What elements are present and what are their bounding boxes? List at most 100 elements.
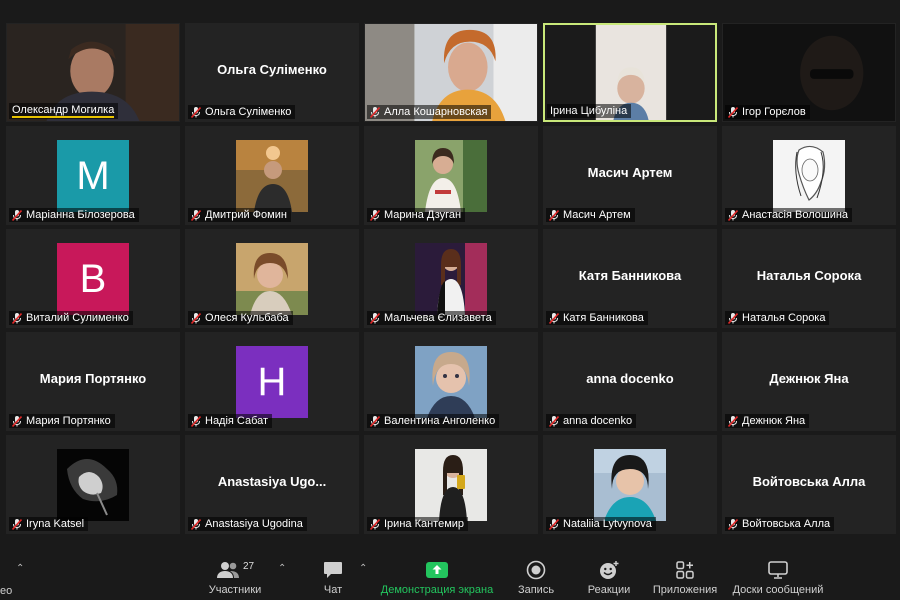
share-screen-button[interactable]: Демонстрация экрана — [378, 547, 496, 600]
participant-tile[interactable]: Анастасія Волошина — [722, 126, 896, 225]
muted-mic-icon — [370, 518, 380, 530]
muted-mic-icon — [549, 312, 559, 324]
participant-name: Олександр Могилка — [12, 104, 115, 118]
participant-name: Олеся Кульбаба — [205, 312, 289, 324]
participants-icon — [216, 562, 239, 578]
participant-name: Ольга Суліменко — [205, 106, 292, 118]
participant-display-name: Наталья Сорока — [756, 268, 862, 283]
participant-tile[interactable]: Наталья Сорока Наталья Сорока — [722, 229, 896, 328]
participant-tile[interactable]: Мальчева Єлизавета — [364, 229, 538, 328]
meeting-toolbar: ео ⌃ 27 Участники ⌃ Чат ⌃ Демонстрация э… — [0, 547, 900, 600]
chat-options-caret[interactable]: ⌃ — [359, 563, 367, 574]
participant-name-bar: Масич Артем — [546, 208, 635, 222]
participant-tile[interactable]: Валентина Анголенко — [364, 332, 538, 431]
muted-mic-icon — [191, 106, 201, 118]
participant-name-bar: Ірина Кантемир — [367, 517, 469, 531]
participant-tile[interactable]: Ольга Суліменко Ольга Суліменко — [185, 23, 359, 122]
participant-display-name: Масич Артем — [587, 165, 673, 180]
participant-name: Мария Портянко — [26, 415, 111, 427]
reactions-icon — [600, 561, 619, 579]
video-options-caret[interactable]: ⌃ — [16, 563, 24, 574]
participant-tile[interactable]: anna docenko anna docenko — [543, 332, 717, 431]
participants-count: 27 — [242, 560, 255, 572]
participant-tile[interactable]: B Виталий Сулименко — [6, 229, 180, 328]
muted-mic-icon — [370, 106, 380, 118]
participant-tile[interactable]: M Маріанна Білозерова — [6, 126, 180, 225]
participant-name: Iryna Katsel — [26, 518, 85, 530]
muted-mic-icon — [191, 209, 201, 221]
participant-name-bar: Ірина Цибуліна — [547, 104, 632, 118]
participant-name: Дежнюк Яна — [742, 415, 806, 427]
participant-tile[interactable]: Марина Дзуган — [364, 126, 538, 225]
participant-tile[interactable]: Ірина Цибуліна — [543, 23, 717, 122]
participant-name-bar: Олександр Могилка — [9, 103, 119, 119]
muted-mic-icon — [12, 209, 22, 221]
participant-display-name: Дежнюк Яна — [769, 371, 849, 386]
muted-mic-icon — [728, 209, 738, 221]
participant-tile[interactable]: Дежнюк Яна Дежнюк Яна — [722, 332, 896, 431]
participant-display-name: Войтовська Алла — [752, 474, 866, 489]
participant-tile[interactable]: Дмитрий Фомин — [185, 126, 359, 225]
muted-mic-icon — [370, 209, 380, 221]
participant-avatar-photo — [415, 346, 487, 418]
participant-display-name: Ольга Суліменко — [217, 62, 327, 77]
participant-name: Nataliia Lytvynova — [563, 518, 652, 530]
participants-options-caret[interactable]: ⌃ — [278, 563, 286, 574]
video-label-partial[interactable]: ео — [0, 585, 12, 597]
muted-mic-icon — [549, 209, 559, 221]
share-screen-label: Демонстрация экрана — [380, 584, 494, 596]
participant-tile[interactable]: Nataliia Lytvynova — [543, 435, 717, 534]
muted-mic-icon — [728, 312, 738, 324]
participant-name-bar: Наталья Сорока — [725, 311, 830, 325]
participant-name: Мальчева Єлизавета — [384, 312, 492, 324]
participant-tile[interactable]: Олеся Кульбаба — [185, 229, 359, 328]
participant-tile[interactable]: Anastasiya Ugo... Anastasiya Ugodina — [185, 435, 359, 534]
participants-button[interactable]: 27 Участники — [206, 547, 264, 600]
participant-avatar-photo — [415, 449, 487, 521]
participant-tile[interactable]: Алла Кошарновская — [364, 23, 538, 122]
participant-avatar-photo — [773, 140, 845, 212]
participant-name: Ігор Горєлов — [742, 106, 806, 118]
participant-avatar-letter: H — [236, 346, 308, 418]
participant-tile[interactable]: Ігор Горєлов — [722, 23, 896, 122]
apps-button[interactable]: Приложения — [650, 547, 720, 600]
chat-icon — [324, 562, 342, 578]
participant-name-bar: Маріанна Білозерова — [9, 208, 139, 222]
muted-mic-icon — [549, 415, 559, 427]
participant-tile[interactable]: Iryna Katsel — [6, 435, 180, 534]
participant-tile[interactable]: Войтовська Алла Войтовська Алла — [722, 435, 896, 534]
participant-name-bar: Войтовська Алла — [725, 517, 835, 531]
participant-tile[interactable]: Ірина Кантемир — [364, 435, 538, 534]
muted-mic-icon — [191, 518, 201, 530]
share-screen-icon — [426, 562, 448, 578]
participant-grid: Олександр Могилка Ольга Суліменко Ольга Су… — [4, 20, 896, 535]
muted-mic-icon — [191, 312, 201, 324]
record-label: Запись — [517, 584, 555, 596]
participant-avatar-photo — [57, 449, 129, 521]
participant-tile[interactable]: H Надія Сабат — [185, 332, 359, 431]
participant-name-bar: anna docenko — [546, 414, 637, 428]
reactions-label: Реакции — [587, 584, 631, 596]
participant-name: Валентина Анголенко — [384, 415, 496, 427]
muted-mic-icon — [370, 312, 380, 324]
whiteboard-button[interactable]: Доски сообщений — [730, 547, 826, 600]
participant-name-bar: Дежнюк Яна — [725, 414, 810, 428]
participant-name-bar: Дмитрий Фомин — [188, 208, 291, 222]
participant-tile[interactable]: Олександр Могилка — [6, 23, 180, 122]
participant-name: Наталья Сорока — [742, 312, 826, 324]
reactions-button[interactable]: Реакции — [584, 547, 634, 600]
participant-avatar-photo — [236, 140, 308, 212]
participant-tile[interactable]: Катя Банникова Катя Банникова — [543, 229, 717, 328]
participant-name-bar: Марина Дзуган — [367, 208, 466, 222]
record-button[interactable]: Запись — [512, 547, 560, 600]
participant-name-bar: Виталий Сулименко — [9, 311, 133, 325]
chat-button[interactable]: Чат — [318, 547, 348, 600]
participant-avatar-letter: M — [57, 140, 129, 212]
participant-name: Надія Сабат — [205, 415, 269, 427]
participant-tile[interactable]: Мария Портянко Мария Портянко — [6, 332, 180, 431]
participant-display-name: anna docenko — [586, 371, 674, 386]
participant-name: Виталий Сулименко — [26, 312, 129, 324]
participant-tile[interactable]: Масич Артем Масич Артем — [543, 126, 717, 225]
participant-name-bar: Nataliia Lytvynova — [546, 517, 656, 531]
participant-avatar-photo — [415, 140, 487, 212]
